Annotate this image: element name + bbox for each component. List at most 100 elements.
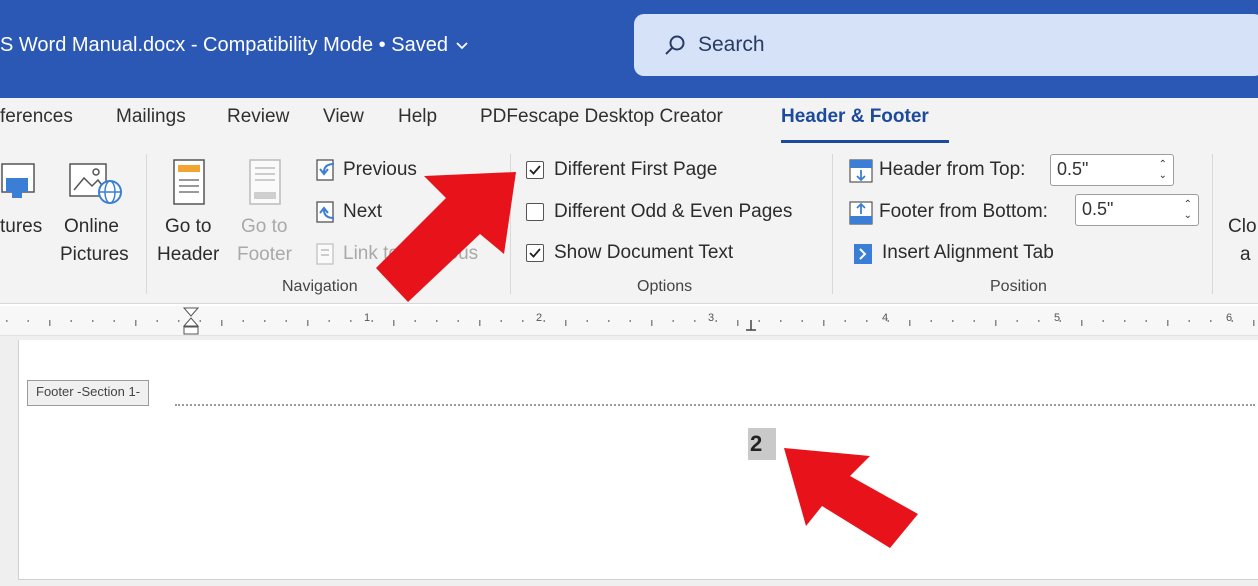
- document-title[interactable]: S Word Manual.docx - Compatibility Mode …: [0, 34, 470, 57]
- ruler-tick: [930, 320, 932, 322]
- insert-alignment-tab-icon[interactable]: [852, 242, 874, 266]
- tab-mailings[interactable]: Mailings: [116, 106, 186, 128]
- online-pictures-label-2: Pictures: [60, 244, 129, 265]
- show-document-text-label[interactable]: Show Document Text: [554, 242, 733, 264]
- link-to-previous-icon: [316, 243, 334, 265]
- different-odd-even-checkbox[interactable]: [526, 203, 544, 221]
- ruler-tick: [823, 320, 825, 326]
- navigation-group-label: Navigation: [282, 278, 358, 295]
- horizontal-ruler[interactable]: 1 2 3 4 5 6: [0, 306, 1258, 336]
- document-page[interactable]: [18, 340, 1258, 580]
- ruler-tick: [866, 320, 868, 322]
- next-icon[interactable]: [314, 200, 338, 224]
- ruler-tick: [801, 320, 803, 322]
- ruler-tick: [1081, 320, 1083, 326]
- ruler-tick: [436, 320, 438, 322]
- next-button-label[interactable]: Next: [343, 201, 382, 223]
- header-from-top-icon: [849, 159, 873, 183]
- ruler-tick: [113, 320, 115, 322]
- ruler-tick: [328, 320, 330, 322]
- tab-view[interactable]: View: [323, 106, 364, 128]
- insert-alignment-tab-label[interactable]: Insert Alignment Tab: [882, 242, 1054, 264]
- ruler-tick: [27, 320, 29, 322]
- go-to-footer-label-2: Footer: [237, 244, 292, 265]
- ruler-tick: [156, 320, 158, 322]
- tab-review[interactable]: Review: [227, 106, 289, 128]
- previous-button-label[interactable]: Previous: [343, 159, 417, 181]
- ruler-tick: [70, 320, 72, 322]
- spinner-arrows-icon[interactable]: ⌃ ⌄: [1159, 159, 1167, 181]
- ruler-tick: [1038, 320, 1040, 322]
- header-from-top-label: Header from Top:: [879, 159, 1026, 180]
- ruler-tick: [221, 320, 223, 326]
- checkmark-icon: [529, 165, 541, 175]
- ruler-tick: [608, 320, 610, 322]
- ruler-tick: [371, 320, 373, 322]
- footer-from-bottom-input[interactable]: 0.5" ⌃ ⌄: [1075, 194, 1199, 226]
- online-pictures-label-1: Online: [64, 216, 119, 237]
- tab-help[interactable]: Help: [398, 106, 437, 128]
- header-from-top-input[interactable]: 0.5" ⌃ ⌄: [1050, 154, 1174, 186]
- different-first-page-checkbox[interactable]: [526, 161, 544, 179]
- ruler-number: 4: [882, 312, 889, 324]
- ruler-tick: [909, 320, 911, 326]
- ruler-tick: [780, 320, 782, 322]
- ruler-tick: [1167, 320, 1169, 326]
- ruler-tick: [307, 320, 309, 326]
- ruler-tick: [1253, 320, 1255, 326]
- ruler-tick: [952, 320, 954, 322]
- page-number-field[interactable]: 2: [748, 428, 776, 460]
- footer-from-bottom-icon: [849, 201, 873, 225]
- pictures-label: tures: [0, 216, 43, 237]
- footer-boundary-line: [175, 404, 1255, 406]
- ruler-tick: [543, 320, 545, 322]
- chevron-down-icon: [456, 41, 468, 49]
- ruler-tick: [414, 320, 416, 322]
- ruler-tick: [1102, 320, 1104, 322]
- ruler-tick: [393, 320, 395, 326]
- pictures-icon[interactable]: [0, 160, 40, 204]
- previous-icon[interactable]: [314, 158, 338, 182]
- close-header-footer-label-1[interactable]: Clo: [1228, 216, 1257, 238]
- ruler-tick: [500, 320, 502, 322]
- go-to-footer-label-1: Go to: [241, 216, 288, 237]
- tab-stop-marker-icon[interactable]: [744, 318, 758, 332]
- ruler-tick: [1210, 320, 1212, 322]
- close-header-footer-label-2[interactable]: a: [1240, 244, 1251, 266]
- group-separator: [510, 154, 511, 294]
- footer-from-bottom-value: 0.5": [1082, 199, 1114, 219]
- go-to-header-icon[interactable]: [170, 158, 210, 208]
- indent-marker-icon[interactable]: [182, 306, 200, 336]
- ruler-tick: [1188, 320, 1190, 322]
- different-first-page-label[interactable]: Different First Page: [554, 159, 717, 181]
- ruler-tick: [995, 320, 997, 326]
- ruler-tick: [242, 320, 244, 322]
- ruler-tick: [586, 320, 588, 322]
- online-pictures-icon[interactable]: [68, 160, 124, 206]
- link-to-previous-label: Link to Previous: [343, 243, 479, 264]
- ruler-tick: [457, 320, 459, 322]
- search-box[interactable]: Search: [634, 14, 1258, 76]
- ruler-tick: [651, 320, 653, 326]
- tab-header-footer[interactable]: Header & Footer: [781, 106, 929, 128]
- active-tab-indicator: [781, 140, 949, 143]
- ruler-number: 6: [1226, 312, 1233, 324]
- go-to-header-label-1: Go to: [165, 216, 212, 237]
- spinner-arrows-icon[interactable]: ⌃ ⌄: [1184, 199, 1192, 221]
- ruler-tick: [285, 320, 287, 322]
- ruler-tick: [672, 320, 674, 322]
- title-bar: S Word Manual.docx - Compatibility Mode …: [0, 0, 1258, 98]
- position-group-label: Position: [990, 278, 1047, 295]
- checkmark-icon: [529, 248, 541, 258]
- ruler-tick: [973, 320, 975, 322]
- tab-pdfescape[interactable]: PDFescape Desktop Creator: [480, 106, 723, 128]
- ruler-tick: [522, 320, 524, 322]
- ruler-tick: [135, 320, 137, 326]
- search-placeholder: Search: [698, 33, 765, 56]
- ruler-number: 5: [1054, 312, 1061, 324]
- tab-references[interactable]: ferences: [0, 106, 73, 128]
- different-odd-even-label[interactable]: Different Odd & Even Pages: [554, 201, 792, 223]
- header-from-top-value: 0.5": [1057, 159, 1089, 179]
- ruler-tick: [1016, 320, 1018, 322]
- show-document-text-checkbox[interactable]: [526, 244, 544, 262]
